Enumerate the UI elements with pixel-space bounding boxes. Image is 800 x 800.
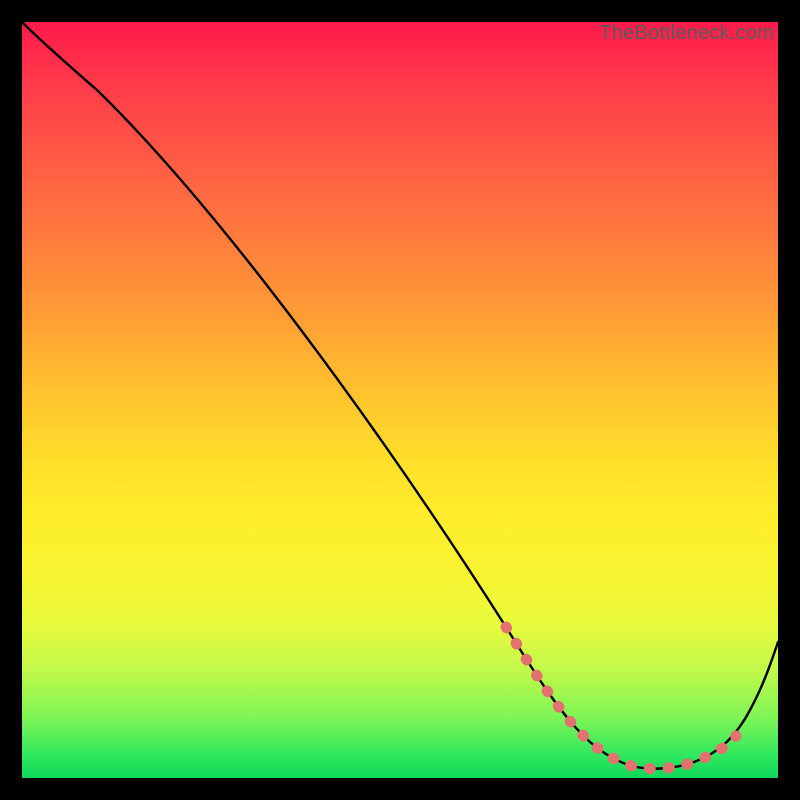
optimal-range-overlay — [506, 627, 736, 769]
bottleneck-curve — [22, 22, 778, 769]
plot-area: TheBottleneck.com — [22, 22, 778, 778]
curve-layer — [22, 22, 778, 778]
chart-stage: TheBottleneck.com — [0, 0, 800, 800]
